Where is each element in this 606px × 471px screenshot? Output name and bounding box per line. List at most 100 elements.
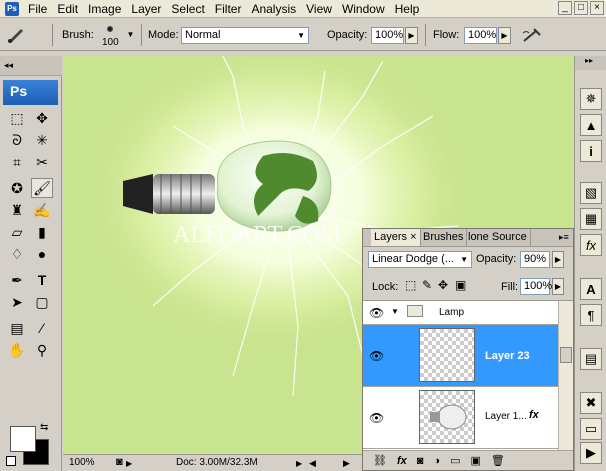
menu-help[interactable]: Help <box>390 0 425 18</box>
layers-scrollbar[interactable] <box>558 301 573 450</box>
menu-select[interactable]: Select <box>166 0 209 18</box>
opacity-slider-button[interactable]: ▶ <box>405 27 418 44</box>
new-layer-icon[interactable]: ▣ <box>470 454 480 467</box>
tab-layers[interactable]: Layers × <box>371 229 421 246</box>
layer-effects-icon[interactable]: fx <box>529 409 539 421</box>
brush-picker[interactable]: 100 <box>100 24 122 48</box>
minimize-button[interactable]: _ <box>558 1 572 15</box>
toolbox-grip[interactable]: ◂◂ <box>0 56 62 76</box>
link-icon[interactable]: ⛓ <box>373 454 387 467</box>
tool-presets-icon[interactable]: ✖ <box>580 392 602 414</box>
navigator-icon[interactable]: ✵ <box>580 88 602 110</box>
status-menu-icon[interactable]: ◙ <box>116 456 123 468</box>
scroll-right-icon[interactable]: ▶ <box>343 458 350 469</box>
flow-slider-button[interactable]: ▶ <box>498 27 511 44</box>
gradient-tool-icon[interactable]: ▮ <box>31 222 53 242</box>
airbrush-toggle[interactable] <box>520 25 544 45</box>
opacity-input[interactable]: 100% <box>371 27 404 44</box>
fx-icon[interactable]: fx <box>397 455 407 467</box>
healing-brush-tool-icon[interactable]: ✪ <box>6 178 28 198</box>
eraser-tool-icon[interactable]: ▱ <box>6 222 28 242</box>
dock-expand-icon[interactable]: ▸▸ <box>575 56 606 70</box>
opacity-slider-button[interactable]: ▶ <box>552 251 564 268</box>
menu-analysis[interactable]: Analysis <box>246 0 301 18</box>
pen-tool-icon[interactable]: ✒ <box>6 270 28 290</box>
menu-file[interactable]: File <box>23 0 52 18</box>
lock-label: Lock: <box>372 281 399 293</box>
tab-brushes[interactable]: Brushes <box>420 229 468 246</box>
clone-stamp-tool-icon[interactable]: ♜ <box>6 200 28 220</box>
layer-group-row[interactable]: 👁 ▼ Lamp <box>363 301 558 325</box>
mode-select[interactable]: Normal ▼ <box>181 27 309 44</box>
lock-pixels-icon[interactable]: ✎ <box>422 278 432 292</box>
layer-opacity-input[interactable]: 90% <box>520 251 550 268</box>
menu-view[interactable]: View <box>301 0 337 18</box>
layer-row-selected[interactable]: 👁 Layer 23 <box>363 325 558 387</box>
zoom-tool-icon[interactable]: ⚲ <box>31 340 53 360</box>
panel-menu-icon[interactable]: ▸≡ <box>559 232 569 243</box>
expand-triangle-icon[interactable]: ▼ <box>391 307 399 316</box>
swap-colors-icon[interactable]: ⇆ <box>40 422 48 433</box>
history-icon[interactable]: ▭ <box>580 418 602 440</box>
eye-icon[interactable]: 👁 <box>369 411 384 425</box>
fill-slider-button[interactable]: ▶ <box>552 278 564 295</box>
menu-filter[interactable]: Filter <box>210 0 247 18</box>
status-play-icon[interactable]: ▶ <box>126 459 132 468</box>
magic-wand-tool-icon[interactable]: ✳ <box>31 130 53 150</box>
status-info-arrow-icon[interactable]: ▶ <box>296 459 302 468</box>
brush-tool-icon[interactable]: 🖌 <box>31 178 53 198</box>
restore-button[interactable]: □ <box>574 1 588 15</box>
close-icon[interactable]: × <box>410 231 416 243</box>
scrollbar-thumb[interactable] <box>560 347 572 363</box>
tab-clone-source[interactable]: lone Source <box>465 229 531 246</box>
styles-icon[interactable]: fx <box>580 234 602 256</box>
dodge-tool-icon[interactable]: ● <box>31 244 53 264</box>
crop-tool-icon[interactable]: ⌗ <box>6 152 28 172</box>
notes-tool-icon[interactable]: ▤ <box>6 318 28 338</box>
trash-icon[interactable]: 🗑 <box>491 454 505 467</box>
actions-icon[interactable]: ▶ <box>580 442 602 464</box>
eye-icon[interactable]: 👁 <box>369 306 384 320</box>
menu-image[interactable]: Image <box>83 0 126 18</box>
layer-row[interactable]: 👁 Layer 1... fx <box>363 387 558 449</box>
marquee-tool-icon[interactable]: ⬚ <box>6 108 28 128</box>
shape-tool-icon[interactable]: ▢ <box>31 292 53 312</box>
hand-tool-icon[interactable]: ✋ <box>6 340 28 360</box>
move-tool-icon[interactable]: ✥ <box>31 108 53 128</box>
menu-edit[interactable]: Edit <box>52 0 83 18</box>
blend-mode-select[interactable]: Linear Dodge (... ▼ <box>368 251 472 268</box>
path-selection-tool-icon[interactable]: ➤ <box>6 292 28 312</box>
menu-layer[interactable]: Layer <box>126 0 166 18</box>
options-bar: Brush: 100 ▼ Mode: Normal ▼ Opacity: 100… <box>0 19 606 51</box>
zoom-level[interactable]: 100% <box>69 457 95 468</box>
lock-all-icon[interactable]: ▣ <box>455 278 466 292</box>
default-colors-icon[interactable] <box>6 456 16 466</box>
adjustment-icon[interactable]: ◑ <box>433 455 440 467</box>
eye-icon[interactable]: 👁 <box>369 349 384 363</box>
lock-position-icon[interactable]: ✥ <box>438 278 448 292</box>
type-tool-icon[interactable]: T <box>31 270 53 290</box>
info-icon[interactable]: i <box>580 140 602 162</box>
fill-input[interactable]: 100% <box>520 278 552 295</box>
foreground-color-swatch[interactable] <box>10 426 36 452</box>
brush-dropdown-icon[interactable]: ▼ <box>124 27 137 44</box>
swatches-icon[interactable]: ▦ <box>580 208 602 230</box>
tool-preset-picker[interactable] <box>4 25 28 45</box>
eyedropper-tool-icon[interactable]: ⁄ <box>31 318 53 338</box>
color-icon[interactable]: ▧ <box>580 182 602 204</box>
mask-icon[interactable]: ◙ <box>417 455 424 467</box>
blur-tool-icon[interactable]: ♢ <box>6 244 28 264</box>
flow-input[interactable]: 100% <box>464 27 497 44</box>
notes-panel-icon[interactable]: ▤ <box>580 348 602 370</box>
close-button[interactable]: × <box>590 1 604 15</box>
lock-transparency-icon[interactable]: ⬚ <box>405 278 416 292</box>
history-brush-tool-icon[interactable]: ✍ <box>31 200 53 220</box>
paragraph-icon[interactable]: ¶ <box>580 304 602 326</box>
histogram-icon[interactable]: ▲ <box>580 114 602 136</box>
menu-window[interactable]: Window <box>337 0 390 18</box>
slice-tool-icon[interactable]: ✂ <box>31 152 53 172</box>
scroll-left-icon[interactable]: ◀ <box>309 458 316 469</box>
lasso-tool-icon[interactable]: ᘐ <box>6 130 28 150</box>
character-icon[interactable]: A <box>580 278 602 300</box>
new-group-icon[interactable]: ▭ <box>450 454 460 467</box>
